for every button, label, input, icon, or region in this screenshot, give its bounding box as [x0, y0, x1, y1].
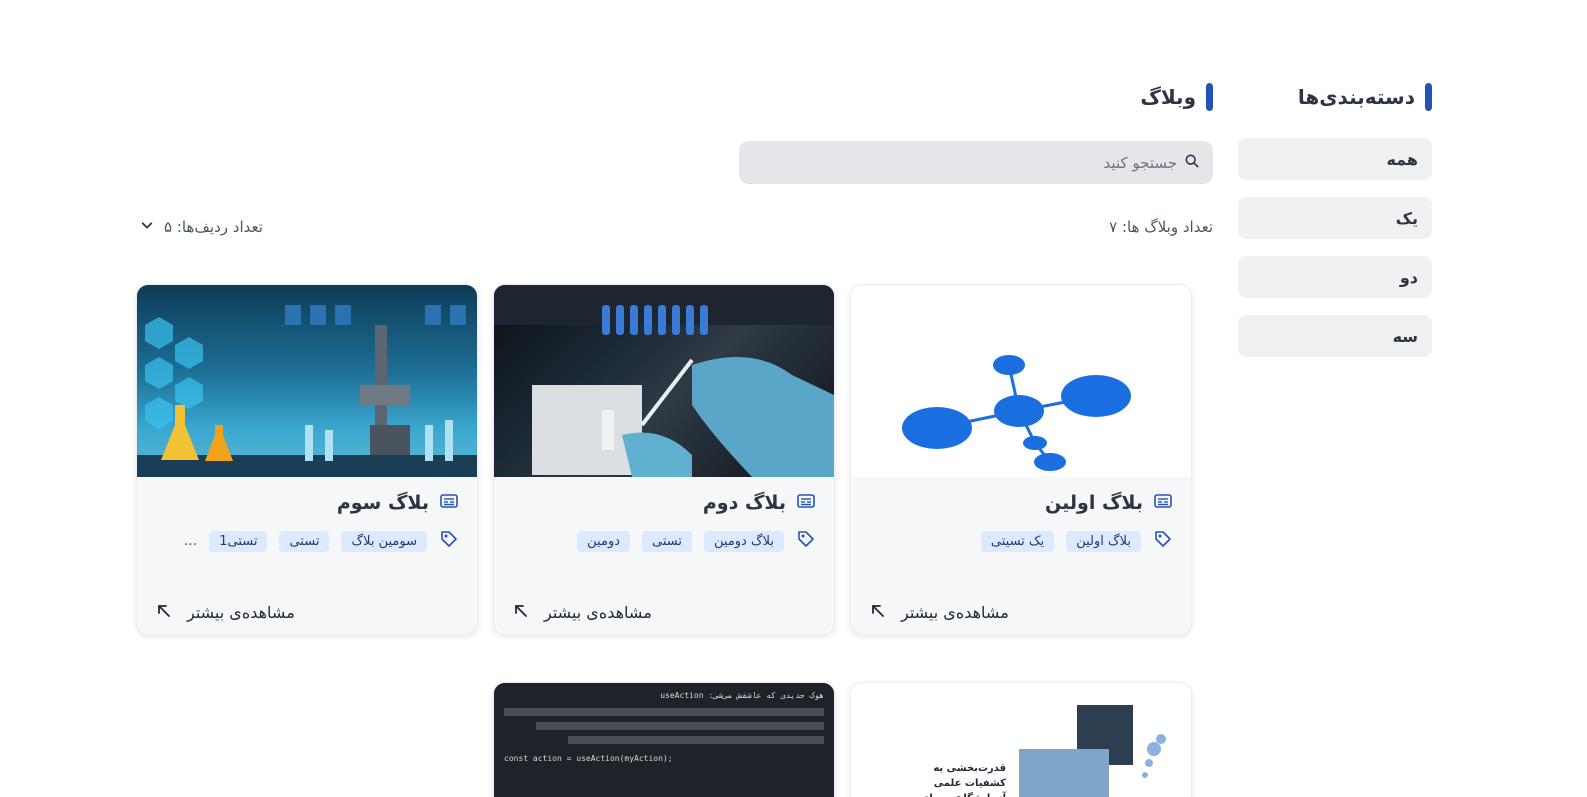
card-title[interactable]: بلاگ دوم: [703, 492, 786, 514]
thumbnail-headline: قدرت‌بخشی به کشفیات علمی آزمایشگاهی برای…: [920, 763, 1006, 797]
tag[interactable]: دومین: [577, 530, 631, 552]
card-tags: بلاگ دومین تستی دومین: [512, 529, 816, 553]
view-more-label: مشاهده‌ی بیشتر: [901, 603, 1009, 622]
card-title-row: بلاگ دوم: [512, 491, 816, 515]
category-item-all[interactable]: همه: [1238, 138, 1432, 180]
category-item-two[interactable]: دو: [1238, 256, 1432, 298]
code-line: const action = useAction(myAction);: [504, 754, 673, 763]
search-input[interactable]: جستجو کنید: [1104, 154, 1177, 172]
rows-selector[interactable]: تعداد ردیف‌ها: ۵: [140, 218, 263, 236]
arrow-up-left-icon: [514, 603, 528, 622]
tag-icon: [796, 529, 816, 553]
card-title-row: بلاگ اولین: [869, 491, 1173, 515]
category-item-three[interactable]: سه: [1238, 315, 1432, 357]
categories-header: دسته‌بندی‌ها: [1238, 83, 1432, 111]
molecule-illustration: [851, 285, 1191, 477]
article-icon: [439, 491, 459, 515]
more-tags-ellipsis: ...: [183, 533, 198, 549]
view-more-link[interactable]: مشاهده‌ی بیشتر: [157, 603, 295, 622]
accent-bar: [1425, 83, 1432, 111]
tag[interactable]: یک تسیتی: [980, 530, 1055, 552]
card-title[interactable]: بلاگ سوم: [337, 492, 429, 514]
blog-card[interactable]: بلاگ دوم بلاگ دومین تستی دومین مشاهده‌ی …: [493, 284, 835, 635]
search-box[interactable]: جستجو کنید: [739, 141, 1213, 184]
card-tags: سومین بلاگ تستی تستی1 ...: [155, 529, 459, 553]
tag-icon: [439, 529, 459, 553]
view-more-link[interactable]: مشاهده‌ی بیشتر: [514, 603, 652, 622]
category-item-one[interactable]: یک: [1238, 197, 1432, 239]
rows-count-label: تعداد ردیف‌ها: ۵: [164, 218, 263, 236]
tag[interactable]: تستی: [279, 530, 330, 552]
tag[interactable]: تستی1: [209, 530, 268, 552]
blog-header: وبلاگ: [1140, 83, 1213, 111]
card-title[interactable]: بلاگ اولین: [1045, 492, 1143, 514]
view-more-label: مشاهده‌ی بیشتر: [544, 603, 652, 622]
card-title-row: بلاگ سوم: [155, 491, 459, 515]
view-more-label: مشاهده‌ی بیشتر: [187, 603, 295, 622]
blog-card[interactable]: هوک جدیدی که عاشقش می‌شی: useAction cons…: [493, 682, 835, 797]
tag[interactable]: بلاگ اولین: [1066, 530, 1141, 552]
categories-title: دسته‌بندی‌ها: [1297, 85, 1415, 109]
article-icon: [1153, 491, 1173, 515]
view-more-link[interactable]: مشاهده‌ی بیشتر: [871, 603, 1009, 622]
code-line: هوک جدیدی که عاشقش می‌شی: useAction: [660, 691, 824, 700]
blog-card[interactable]: قدرت‌بخشی به کشفیات علمی آزمایشگاهی برای…: [850, 682, 1192, 797]
blog-title: وبلاگ: [1140, 85, 1196, 109]
categories-sidebar: دسته‌بندی‌ها همه یک دو سه: [1238, 83, 1432, 357]
blog-card[interactable]: بلاگ سوم سومین بلاگ تستی تستی1 ... مشاهد…: [136, 284, 478, 635]
search-icon: [1185, 153, 1199, 172]
lab-article-thumbnail: قدرت‌بخشی به کشفیات علمی آزمایشگاهی برای…: [851, 683, 1191, 797]
tag[interactable]: سومین بلاگ: [341, 530, 427, 552]
lab-gloves-photo: [494, 285, 834, 477]
card-tags: بلاگ اولین یک تسیتی: [869, 529, 1173, 553]
arrow-up-left-icon: [871, 603, 885, 622]
blog-count: تعداد وبلاگ ها: ۷: [1109, 218, 1213, 236]
chevron-down-icon: [140, 218, 154, 236]
arrow-up-left-icon: [157, 603, 171, 622]
blog-card[interactable]: بلاگ اولین بلاگ اولین یک تسیتی مشاهده‌ی …: [850, 284, 1192, 635]
tag[interactable]: بلاگ دومین: [704, 530, 784, 552]
code-screenshot: هوک جدیدی که عاشقش می‌شی: useAction cons…: [494, 683, 834, 797]
article-icon: [796, 491, 816, 515]
accent-bar: [1206, 83, 1213, 111]
tag-icon: [1153, 529, 1173, 553]
tag[interactable]: تستی: [642, 530, 692, 552]
category-list: همه یک دو سه: [1238, 138, 1432, 357]
lab-equipment-photo: [137, 285, 477, 477]
